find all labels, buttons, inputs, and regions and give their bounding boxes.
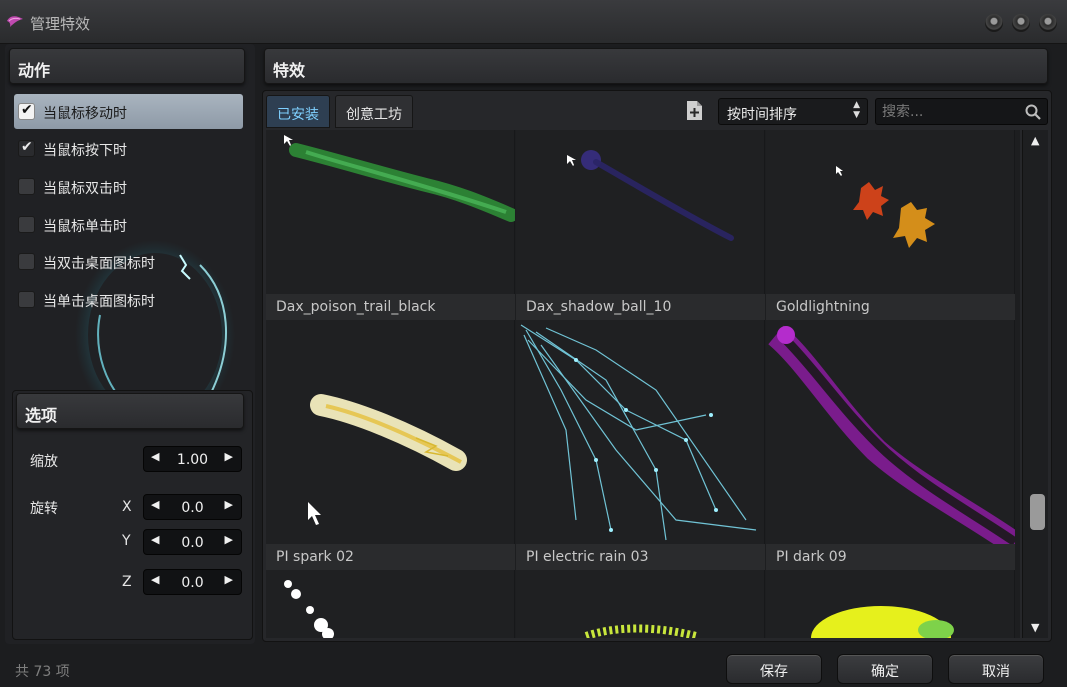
effect-name: PI electric rain 03 [516,544,765,570]
action-label: 当单击桌面图标时 [43,294,155,310]
options-header: 选项 [16,393,244,429]
action-label: 当鼠标单击时 [43,219,127,235]
scale-stepper[interactable]: ◀ 1.00 ▶ [143,446,242,472]
rotate-z-stepper[interactable]: ◀ 0.0 ▶ [143,569,242,595]
effect-thumbnail [284,580,334,638]
effect-card[interactable] [266,570,515,638]
rotate-x-stepper[interactable]: ◀ 0.0 ▶ [143,494,242,520]
effect-thumbnail [811,606,954,638]
checkbox-checked-icon[interactable]: ✔ [18,139,35,157]
scale-label: 缩放 [30,454,58,470]
effect-name: Goldlightning [766,294,1015,320]
tab-installed[interactable]: 已安装 [266,95,330,128]
effect-name: Dax_poison_trail_black [266,294,515,320]
updown-caret-icon: ▲ ▼ [853,100,860,120]
options-title: 选项 [25,406,58,425]
effect-card[interactable]: PI electric rain 03 [516,320,765,570]
maximize-icon[interactable] [1012,14,1030,32]
effect-card[interactable]: PI spark 02 [266,320,515,570]
grid-scrollbar[interactable]: ▲ ▼ [1022,130,1048,638]
app-logo-icon [7,16,23,27]
effect-name: PI spark 02 [266,544,515,570]
z-label: Z [122,574,132,590]
increment-icon[interactable]: ▶ [225,533,233,546]
action-item[interactable]: 当鼠标双击时 [14,169,243,204]
action-item[interactable]: 当双击桌面图标时 [14,244,243,279]
rotate-y-stepper[interactable]: ◀ 0.0 ▶ [143,529,242,555]
tab-workshop[interactable]: 创意工坊 [335,95,413,128]
increment-icon[interactable]: ▶ [225,573,233,586]
effect-thumbnail [836,166,935,248]
cancel-button[interactable]: 取消 [948,654,1044,684]
action-item[interactable]: 当鼠标单击时 [14,207,243,242]
checkbox-checked-icon[interactable]: ✔ [18,102,35,120]
checkbox-icon[interactable] [18,216,35,233]
action-label: 当鼠标双击时 [43,181,127,197]
y-label: Y [122,533,131,549]
search-icon[interactable] [1025,104,1041,120]
effect-card[interactable]: Goldlightning [766,130,1015,320]
action-label: 当鼠标移动时 [43,106,127,122]
increment-icon[interactable]: ▶ [225,450,233,463]
checkbox-icon[interactable] [18,253,35,270]
checkbox-icon[interactable] [18,291,35,308]
effect-name: Dax_shadow_ball_10 [516,294,765,320]
effects-title: 特效 [273,61,306,80]
effect-card[interactable]: PI dark 09 [766,320,1015,570]
scroll-down-icon[interactable]: ▼ [1031,621,1039,634]
effect-name: PI dark 09 [766,544,1015,570]
scroll-thumb[interactable] [1030,494,1045,530]
save-button[interactable]: 保存 [726,654,822,684]
effects-grid: Dax_poison_trail_black Dax_shadow_ball_1… [266,130,1020,638]
window-title: 管理特效 [30,15,91,33]
search-input[interactable] [882,102,1022,122]
effects-header: 特效 [264,48,1048,84]
checkmark-icon: ✔ [21,139,33,155]
effect-thumbnail [520,324,757,541]
checkmark-icon: ✔ [21,102,33,118]
action-label: 当双击桌面图标时 [43,256,155,272]
actions-header: 动作 [9,48,245,84]
effect-card[interactable]: Dax_shadow_ball_10 [516,130,765,320]
effect-thumbnail [768,325,1015,544]
action-item[interactable]: ✔ 当鼠标移动时 [14,94,243,129]
title-bar: 管理特效 [0,0,1067,44]
search-box[interactable] [875,98,1048,125]
effect-thumbnail [584,624,697,638]
sort-select-value: 按时间排序 [727,107,797,123]
x-label: X [122,499,132,515]
ok-button[interactable]: 确定 [837,654,933,684]
action-item[interactable]: 当单击桌面图标时 [14,282,243,317]
effect-thumbnail [284,135,515,222]
effect-thumbnail [567,150,734,241]
minimize-icon[interactable] [985,14,1003,32]
sort-select[interactable]: 按时间排序 ▲ ▼ [718,98,868,125]
action-item[interactable]: ✔ 当鼠标按下时 [14,131,243,166]
close-icon[interactable] [1039,14,1057,32]
scroll-up-icon[interactable]: ▲ [1031,134,1039,147]
effect-card[interactable] [766,570,1015,638]
effect-card[interactable]: Dax_poison_trail_black [266,130,515,320]
action-label: 当鼠标按下时 [43,143,127,159]
checkbox-icon[interactable] [18,178,35,195]
add-file-icon[interactable] [686,100,703,121]
rotate-label: 旋转 [30,501,58,517]
effect-thumbnail [308,394,467,525]
actions-title: 动作 [18,61,51,80]
effect-card[interactable] [516,570,765,638]
item-count: 共 73 项 [15,664,70,680]
increment-icon[interactable]: ▶ [225,498,233,511]
